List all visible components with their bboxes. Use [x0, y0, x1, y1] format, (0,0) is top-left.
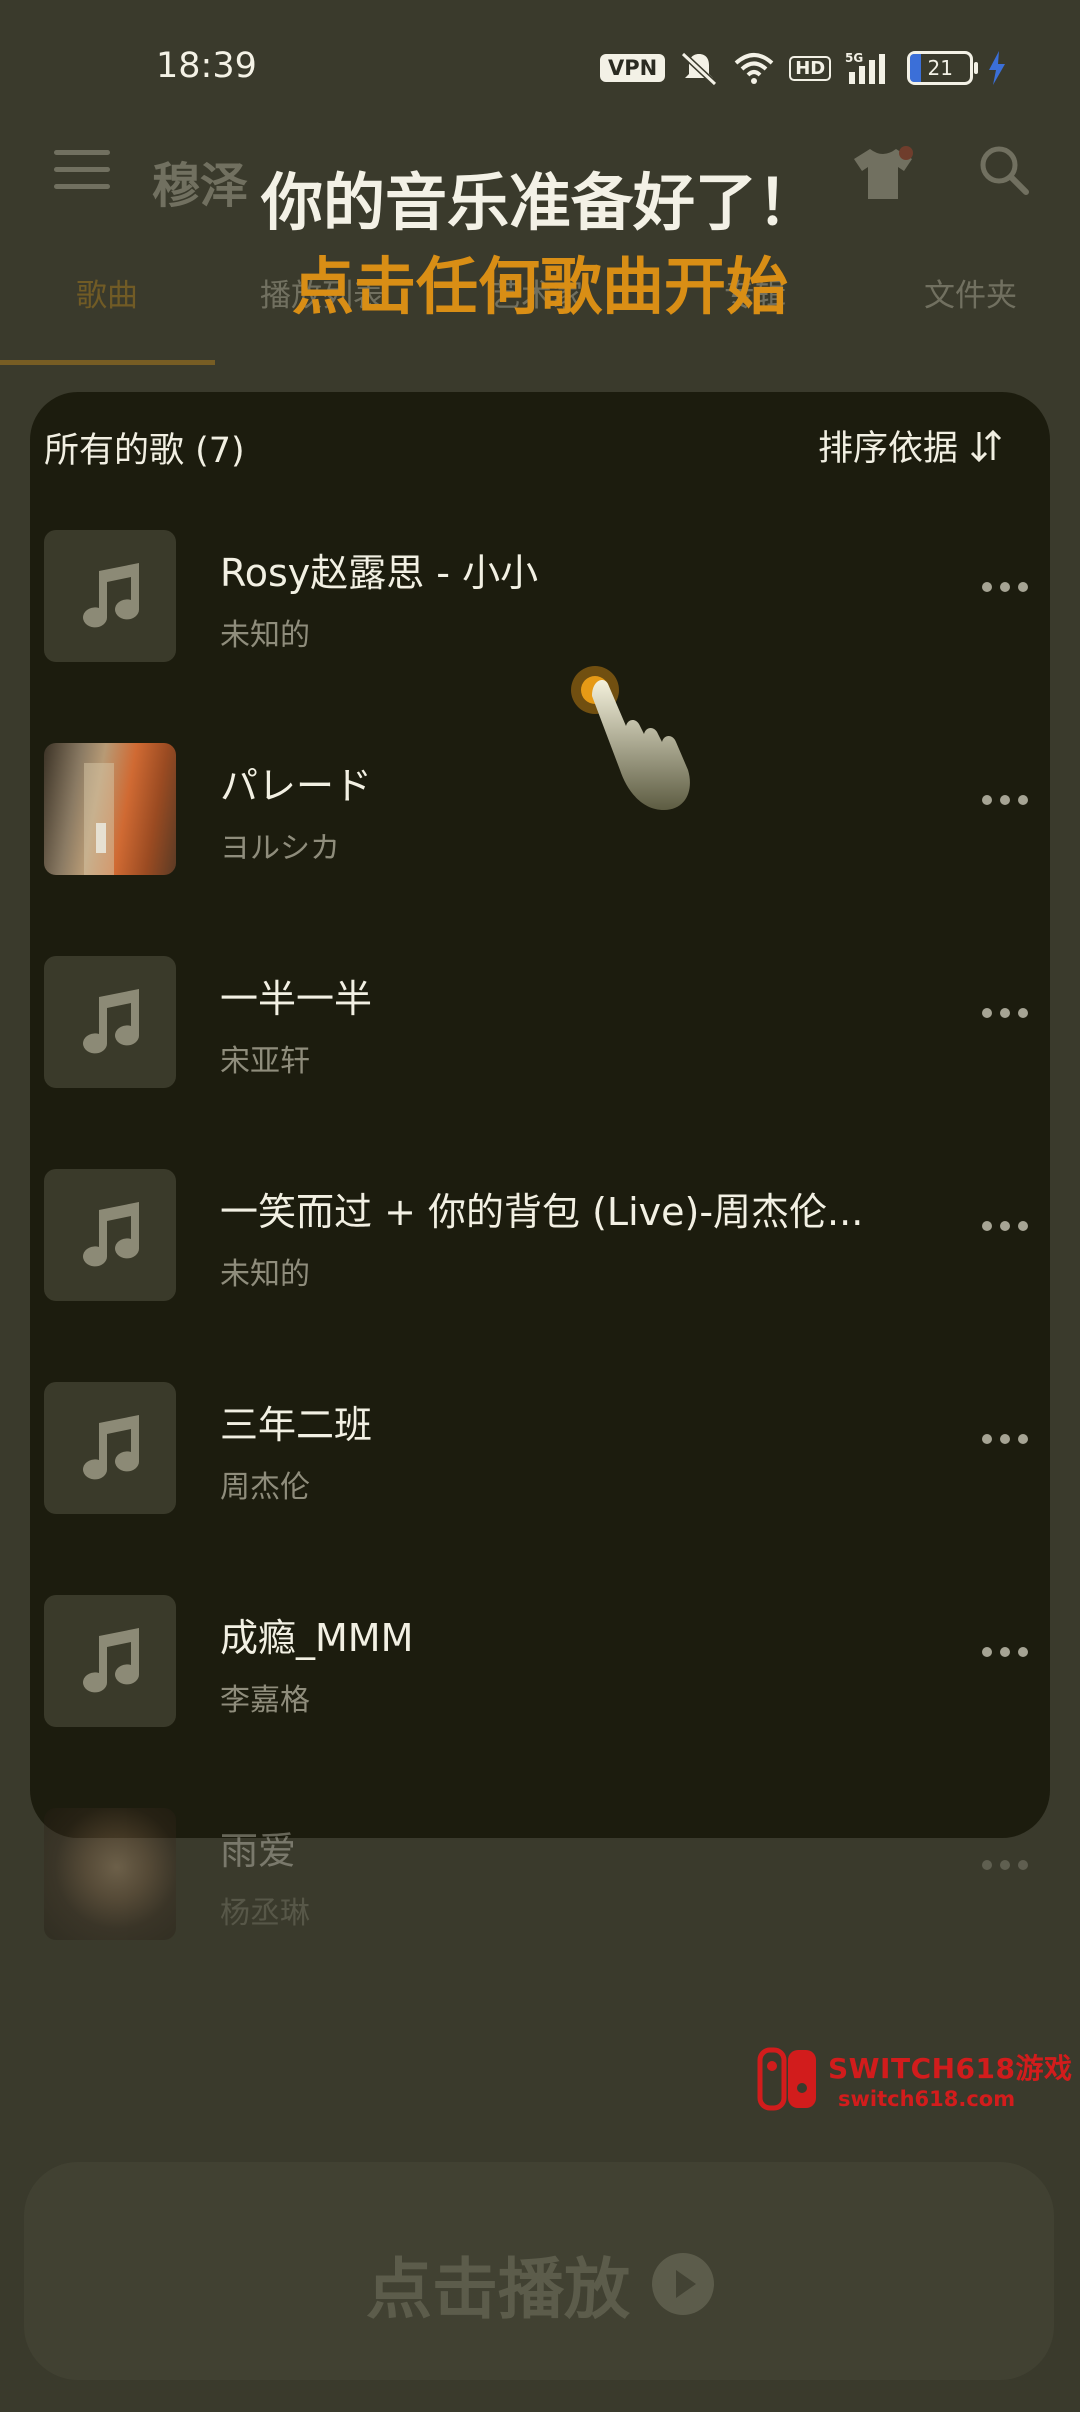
play-icon — [652, 2253, 714, 2315]
list-item[interactable]: 一半一半 宋亚轩 — [0, 956, 1080, 1156]
hd-badge: HD — [789, 55, 832, 81]
song-title: 雨爱 — [220, 1829, 297, 1873]
list-item[interactable]: パレード ヨルシカ — [0, 743, 1080, 943]
list-item[interactable]: 成瘾_MMM 李嘉格 — [0, 1595, 1080, 1795]
song-title: Rosy赵露思 - 小小 — [220, 551, 539, 595]
list-item[interactable]: 三年二班 周杰伦 — [0, 1382, 1080, 1582]
song-artist: 未知的 — [220, 1257, 310, 1292]
tap-hand-icon — [560, 660, 700, 834]
more-options-icon[interactable] — [982, 1221, 1028, 1231]
song-artist: 宋亚轩 — [220, 1044, 310, 1079]
list-item[interactable]: 一笑而过 + 你的背包 (Live)-周杰伦... 未知的 — [0, 1169, 1080, 1369]
more-options-icon[interactable] — [982, 1860, 1028, 1870]
battery-level: 21 — [927, 56, 953, 80]
music-note-icon — [44, 530, 176, 662]
song-artist: 周杰伦 — [220, 1470, 310, 1505]
song-title: 成瘾_MMM — [220, 1616, 414, 1660]
song-artist: 李嘉格 — [220, 1683, 310, 1718]
mute-icon — [681, 51, 718, 86]
more-options-icon[interactable] — [982, 1008, 1028, 1018]
album-art-image — [44, 743, 176, 875]
more-options-icon[interactable] — [982, 1647, 1028, 1657]
tab-indicator — [0, 360, 215, 365]
music-note-icon — [44, 1595, 176, 1727]
vpn-badge: VPN — [600, 54, 666, 82]
wifi-icon — [734, 53, 774, 84]
list-item[interactable]: Rosy赵露思 - 小小 未知的 — [0, 530, 1080, 730]
watermark-line2: switch618.com — [838, 2087, 1016, 2111]
song-artist: ヨルシカ — [220, 831, 340, 866]
song-title: パレード — [220, 764, 373, 808]
more-options-icon[interactable] — [982, 1434, 1028, 1444]
battery-icon: 21 — [907, 51, 979, 85]
list-item[interactable]: 雨爱 杨丞琳 — [0, 1808, 1080, 2008]
music-note-icon — [44, 1169, 176, 1301]
song-title: 三年二班 — [220, 1403, 373, 1447]
onboarding-headline: 你的音乐准备好了！ — [260, 166, 819, 239]
sort-button[interactable]: 排序依据 — [818, 420, 1002, 471]
sort-icon — [970, 429, 1002, 462]
more-options-icon[interactable] — [982, 795, 1028, 805]
sort-label: 排序依据 — [818, 429, 959, 469]
song-artist: 未知的 — [220, 618, 310, 653]
signal-icon: 5G — [845, 51, 886, 84]
play-label: 点击播放 — [366, 2251, 630, 2328]
watermark: SWITCH618游戏 switch618.com — [756, 2046, 1073, 2112]
song-title: 一半一半 — [220, 977, 373, 1021]
music-note-icon — [44, 956, 176, 1088]
song-title: 一笑而过 + 你的背包 (Live)-周杰伦... — [220, 1190, 864, 1234]
status-time: 18:39 — [156, 46, 257, 86]
onboarding-subheadline: 点击任何歌曲开始 — [291, 250, 788, 323]
album-art-image — [44, 1808, 176, 1940]
switch-logo-icon — [757, 2047, 816, 2111]
music-note-icon — [44, 1382, 176, 1514]
play-button-content: 点击播放 — [0, 2236, 1080, 2332]
song-count-heading: 所有的歌 (7) — [44, 431, 245, 471]
network-label: 5G — [845, 51, 863, 65]
song-artist: 杨丞琳 — [220, 1896, 310, 1931]
status-icons: VPN HD 5G 21 — [600, 48, 1007, 88]
charging-icon — [989, 51, 1006, 85]
more-options-icon[interactable] — [982, 582, 1028, 592]
watermark-line1: SWITCH618游戏 — [828, 2052, 1073, 2085]
